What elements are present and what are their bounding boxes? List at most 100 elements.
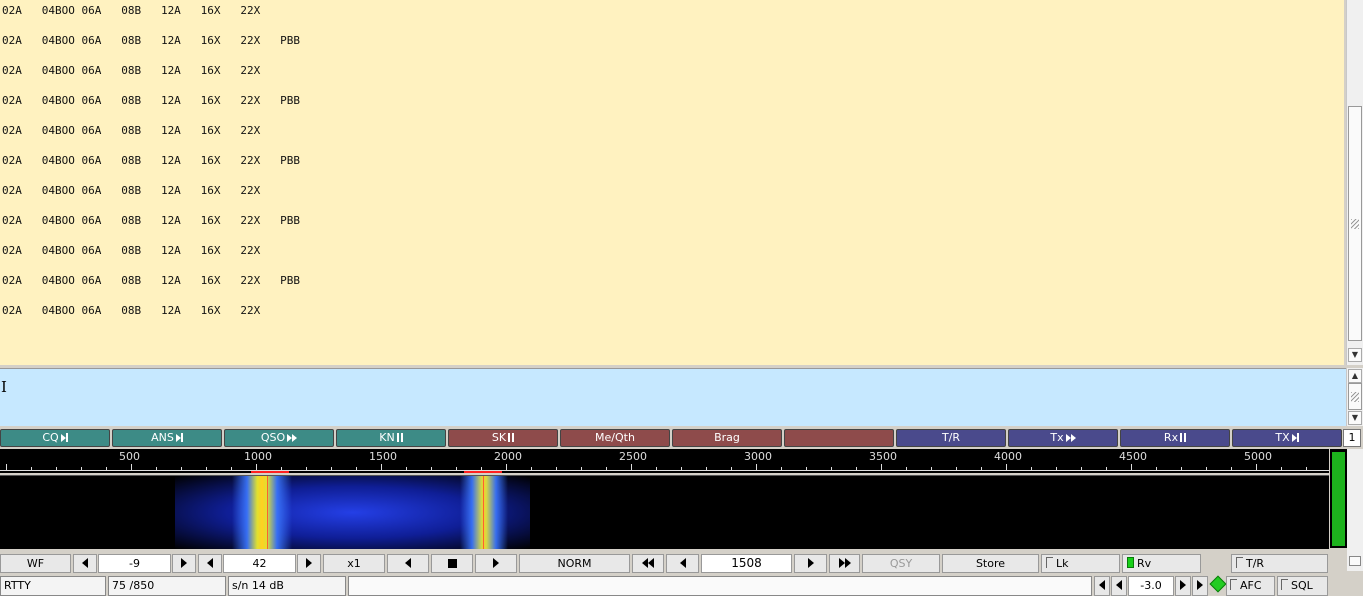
arrow-left-icon (679, 558, 686, 568)
macro-button-12[interactable]: TX (1232, 429, 1342, 447)
scroll-grip-icon (1351, 392, 1359, 402)
afc-label: AFC (1240, 579, 1262, 592)
macro-button-10[interactable]: Tx (1008, 429, 1118, 447)
macro-button-7[interactable]: Brag (672, 429, 782, 447)
macro-button-1[interactable]: CQ (0, 429, 110, 447)
play-bar-icon (59, 431, 68, 444)
macro-button-6[interactable]: Me/Qth (560, 429, 670, 447)
sql-toggle[interactable]: SQL (1277, 576, 1328, 596)
macro-button-4[interactable]: KN (336, 429, 446, 447)
scroll-right-button[interactable] (475, 554, 517, 573)
macro-button-3[interactable]: QSO (224, 429, 334, 447)
macro-button-8[interactable] (784, 429, 894, 447)
stop-button[interactable] (431, 554, 473, 573)
fast-forward-icon (1064, 431, 1076, 444)
arrow-left-icon (207, 558, 213, 568)
squelch-slider[interactable] (1347, 449, 1363, 571)
scroll-down-icon[interactable]: ▼ (1348, 348, 1362, 362)
arrow-right-icon (306, 558, 312, 568)
scale-label: 2500 (619, 450, 647, 463)
freq-fast-up-button[interactable] (829, 554, 860, 573)
rx-text-line: 02A 04BOO 06A 08B 12A 16X 22X (2, 184, 261, 197)
ref-level-up-button[interactable] (172, 554, 196, 573)
mode-indicator[interactable]: RTTY (0, 576, 106, 596)
rx-text-line: 02A 04BOO 06A 08B 12A 16X 22X (2, 304, 261, 317)
scale-baseline (0, 470, 1329, 471)
amp-level-down-button[interactable] (198, 554, 222, 573)
receive-text-pane[interactable]: 02A 04BOO 06A 08B 12A 16X 22X 02A 04BOO 0… (0, 0, 1344, 365)
arrow-right-icon (493, 558, 499, 568)
amp-level-up-button[interactable] (297, 554, 321, 573)
macro-label: Me/Qth (595, 431, 635, 444)
waterfall-mode-button[interactable]: WF (0, 554, 71, 573)
rx-text-line: 02A 04BOO 06A 08B 12A 16X 22X PBB (2, 214, 301, 227)
scroll-grip-icon (1351, 219, 1359, 229)
pause-icon (506, 431, 515, 444)
transmit-scrollbar[interactable]: ▲ ▼ (1346, 368, 1363, 426)
squelch-value-field[interactable]: -3.0 (1128, 576, 1174, 596)
afc-toggle[interactable]: AFC (1226, 576, 1275, 596)
rx-text-line: 02A 04BOO 06A 08B 12A 16X 22X PBB (2, 94, 301, 107)
squelch-fast-up-button[interactable] (1192, 576, 1208, 596)
receive-scrollbar-thumb[interactable] (1348, 106, 1362, 341)
macro-label: SK (491, 431, 507, 444)
receive-scrollbar[interactable]: ▼ (1346, 0, 1363, 365)
macro-button-9[interactable]: T/R (896, 429, 1006, 447)
qsy-button[interactable]: QSY (862, 554, 940, 573)
rx-text-line: 02A 04BOO 06A 08B 12A 16X 22X PBB (2, 274, 301, 287)
checkbox-icon (1230, 579, 1237, 590)
freq-up-button[interactable] (794, 554, 827, 573)
lock-label: Lk (1056, 557, 1069, 570)
lock-toggle[interactable]: Lk (1041, 554, 1120, 573)
scale-label: 3500 (869, 450, 897, 463)
freq-down-button[interactable] (666, 554, 699, 573)
macro-set-number[interactable]: 1 (1343, 429, 1361, 447)
reverse-toggle[interactable]: Rv (1122, 554, 1201, 573)
ref-level-down-button[interactable] (73, 554, 97, 573)
squelch-slider-thumb[interactable] (1349, 556, 1361, 566)
rx-text-line: 02A 04BOO 06A 08B 12A 16X 22X (2, 244, 261, 257)
squelch-up-button[interactable] (1175, 576, 1191, 596)
squelch-down-button[interactable] (1111, 576, 1127, 596)
waterfall-signal (232, 476, 292, 549)
freq-fast-down-button[interactable] (632, 554, 664, 573)
checkbox-icon (1236, 557, 1243, 568)
macro-label: Brag (714, 431, 740, 444)
transmit-text-pane[interactable] (0, 368, 1346, 426)
transmit-scrollbar-thumb[interactable] (1348, 383, 1362, 410)
waterfall-display[interactable] (0, 475, 1329, 549)
fast-forward-icon (285, 431, 298, 444)
macro-label: Rx (1163, 431, 1179, 444)
zoom-button[interactable]: x1 (323, 554, 385, 573)
arrow-right-icon (844, 558, 851, 568)
macro-label: Tx (1050, 431, 1064, 444)
frequency-scale[interactable]: 500 1000 1500 2000 2500 3000 3500 4000 4500 5000 (0, 449, 1329, 473)
arrow-left-icon (1116, 580, 1122, 590)
ref-level-field[interactable]: -9 (98, 554, 171, 573)
macro-button-5[interactable]: SK (448, 429, 558, 447)
scroll-down-icon[interactable]: ▼ (1348, 411, 1362, 425)
pause-icon (1178, 431, 1187, 444)
macro-button-11[interactable]: Rx (1120, 429, 1230, 447)
arrow-left-icon (82, 558, 88, 568)
text-cursor-icon: I (1, 378, 7, 396)
amp-level-field[interactable]: 42 (223, 554, 296, 573)
cursor-line (483, 476, 484, 549)
macro-label: CQ (42, 431, 59, 444)
arrow-right-icon (807, 558, 814, 568)
store-button[interactable]: Store (942, 554, 1039, 573)
macro-button-2[interactable]: ANS (112, 429, 222, 447)
scale-label: 3000 (744, 450, 772, 463)
frequency-field[interactable]: 1508 (701, 554, 792, 573)
scroll-left-button[interactable] (387, 554, 429, 573)
squelch-fast-down-button[interactable] (1094, 576, 1110, 596)
tr-toggle[interactable]: T/R (1231, 554, 1328, 573)
speed-button[interactable]: NORM (519, 554, 630, 573)
rx-text-line: 02A 04BOO 06A 08B 12A 16X 22X (2, 4, 261, 17)
macro-label: ANS (151, 431, 174, 444)
scale-label: 5000 (1244, 450, 1272, 463)
play-bar-icon (174, 431, 183, 444)
scroll-up-icon[interactable]: ▲ (1348, 369, 1362, 383)
pause-icon (395, 431, 403, 444)
macro-bar: CQ ANS QSO KN SK Me/Qth Brag T/R Tx Rx TX (0, 429, 1342, 448)
